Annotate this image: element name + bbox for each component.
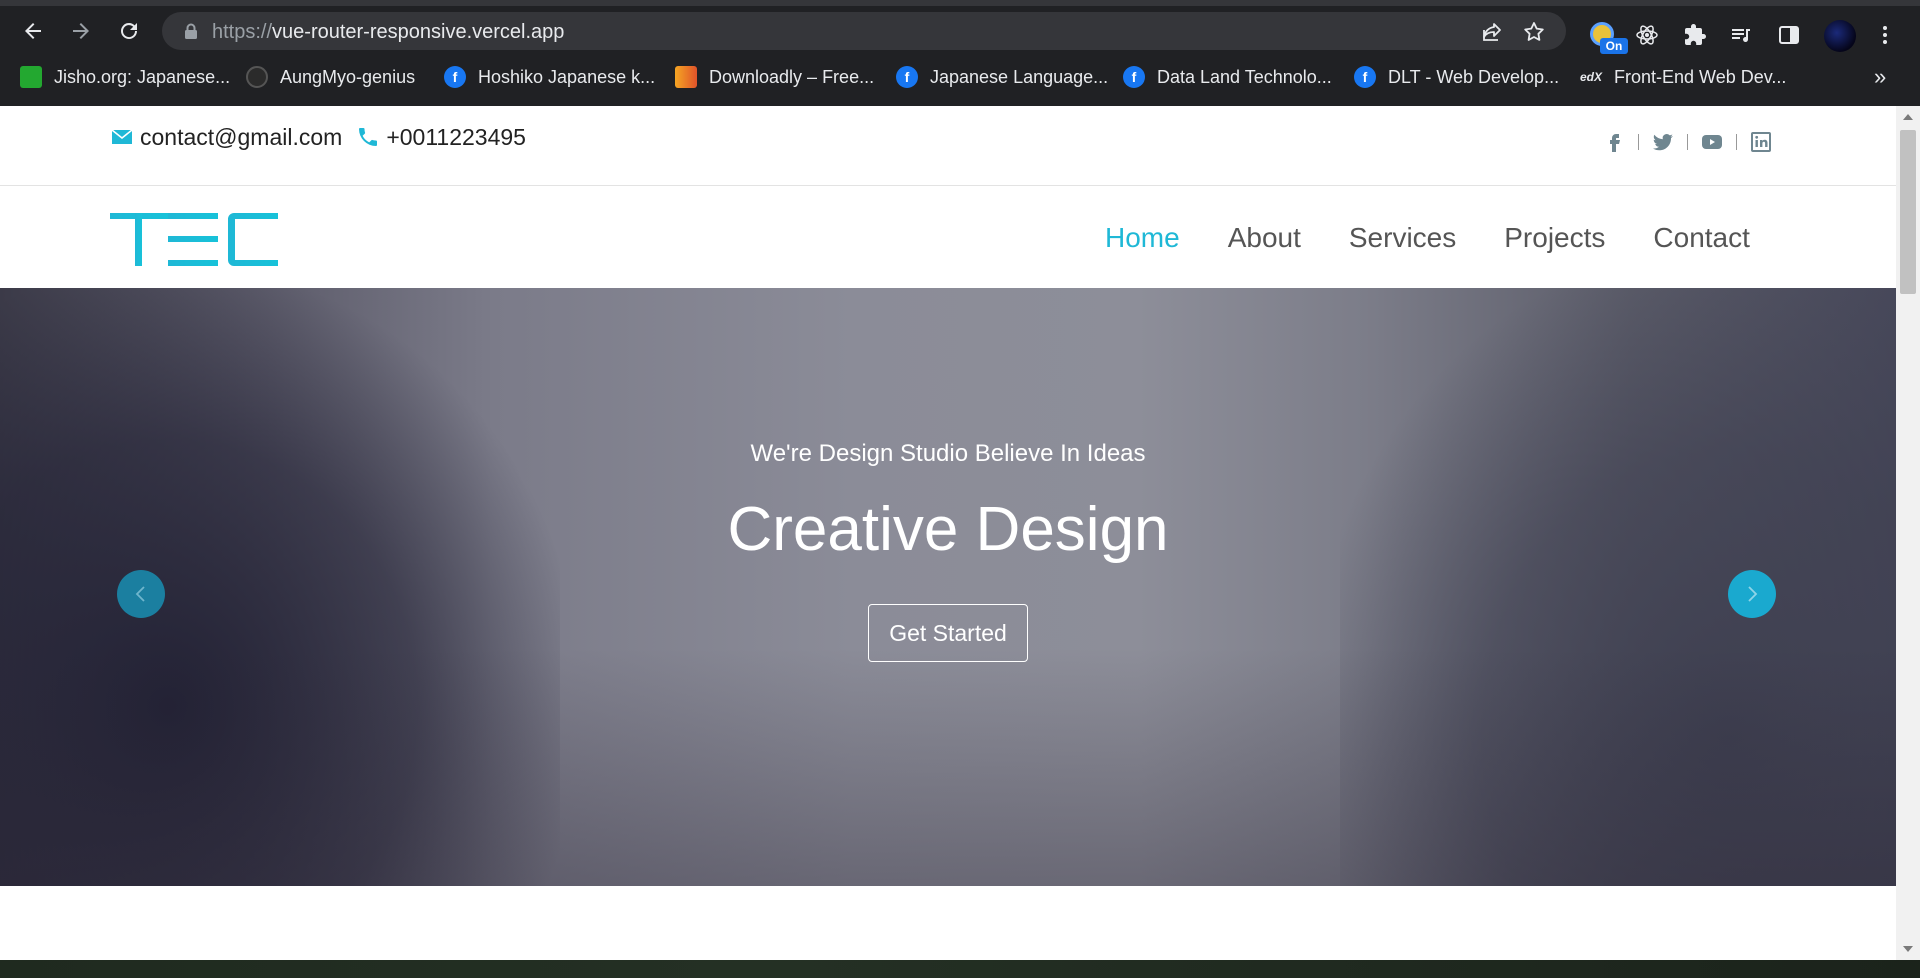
extension-on-button[interactable]: On (1588, 18, 1628, 54)
jisho-icon (20, 66, 42, 88)
carousel-prev-button[interactable] (117, 570, 165, 618)
bookmark-item[interactable]: f Hoshiko Japanese k... (444, 66, 655, 88)
bookmark-label: DLT - Web Develop... (1388, 66, 1560, 87)
more-vertical-icon (1883, 26, 1887, 44)
more-bookmarks-button[interactable]: » (1874, 64, 1886, 90)
extensions-button[interactable] (1680, 20, 1710, 50)
facebook-icon: f (896, 66, 918, 88)
contact-bar: contact@gmail.com +0011223495 (0, 106, 1896, 186)
phone-icon (359, 128, 378, 146)
social-links (1600, 128, 1775, 156)
arrow-right-icon (73, 23, 89, 39)
queue-music-icon (1732, 29, 1750, 42)
bookmark-item[interactable]: f Japanese Language... (896, 66, 1108, 88)
hero-carousel: We're Design Studio Believe In Ideas Cre… (0, 288, 1896, 886)
bookmark-label: Jisho.org: Japanese... (54, 66, 231, 87)
main-navbar: Home About Services Projects Contact (0, 186, 1896, 290)
main-menu: Home About Services Projects Contact (1105, 216, 1750, 260)
bookmark-label: Hoshiko Japanese k... (478, 66, 656, 87)
youtube-icon (1702, 135, 1722, 149)
scroll-up-arrow[interactable] (1903, 114, 1913, 120)
hero-title: Creative Design (727, 495, 1169, 564)
nav-home[interactable]: Home (1105, 216, 1180, 260)
url-scheme: https:// (212, 21, 273, 43)
facebook-icon: f (1123, 66, 1145, 88)
social-divider (1687, 134, 1688, 150)
media-controls-button[interactable] (1726, 20, 1756, 50)
bookmark-item[interactable]: AungMyo-genius (246, 66, 415, 88)
chevron-left-icon (135, 586, 145, 602)
react-icon (1636, 25, 1658, 45)
youtube-link[interactable] (1698, 128, 1726, 156)
reload-icon (121, 23, 137, 39)
browser-menu-button[interactable] (1870, 20, 1900, 50)
bookmark-item[interactable]: f DLT - Web Develop... (1354, 66, 1559, 88)
bookmark-label: Front-End Web Dev... (1614, 66, 1787, 87)
hero-subtitle: We're Design Studio Believe In Ideas (750, 440, 1146, 467)
edx-icon: edX (1580, 70, 1603, 84)
tec-logo[interactable] (110, 210, 278, 268)
arrow-left-icon (25, 23, 41, 39)
back-button[interactable] (16, 14, 50, 48)
bookmark-star-icon[interactable] (1522, 20, 1546, 44)
profile-avatar[interactable] (1824, 20, 1856, 52)
bookmarks-bar: Jisho.org: Japanese... AungMyo-genius f … (0, 56, 1920, 98)
linkedin-icon (1751, 132, 1771, 152)
bookmark-item[interactable]: Downloadly – Free... (675, 66, 874, 88)
browser-toolbar: https://vue-router-responsive.vercel.app… (0, 6, 1920, 56)
os-taskbar-edge (0, 960, 1920, 978)
nav-services[interactable]: Services (1349, 216, 1456, 260)
url-text: https://vue-router-responsive.vercel.app (212, 21, 564, 44)
twitter-icon (1653, 134, 1673, 151)
contact-phone[interactable]: +0011223495 (386, 124, 526, 151)
page-scrollbar[interactable] (1896, 106, 1920, 960)
carousel-next-button[interactable] (1728, 570, 1776, 618)
social-divider (1736, 134, 1737, 150)
puzzle-icon (1685, 24, 1706, 45)
hero-content: We're Design Studio Believe In Ideas Cre… (0, 288, 1896, 886)
react-devtools-button[interactable] (1632, 20, 1662, 50)
contact-info: contact@gmail.com +0011223495 (110, 122, 526, 152)
forward-button[interactable] (64, 14, 98, 48)
extension-badge: On (1600, 38, 1628, 54)
bookmark-item[interactable]: edX Front-End Web Dev... (1580, 66, 1786, 88)
page-viewport: contact@gmail.com +0011223495 Home About… (0, 106, 1920, 960)
chevron-right-icon (1748, 586, 1758, 602)
bookmark-label: AungMyo-genius (280, 66, 416, 87)
scroll-down-arrow[interactable] (1903, 946, 1913, 952)
url-host: vue-router-responsive.vercel.app (272, 21, 565, 43)
nav-projects[interactable]: Projects (1504, 216, 1605, 260)
facebook-icon: f (1354, 66, 1376, 88)
bookmark-label: Japanese Language... (930, 66, 1109, 87)
share-icon[interactable] (1480, 20, 1504, 44)
contact-email[interactable]: contact@gmail.com (140, 124, 342, 151)
reload-button[interactable] (112, 14, 146, 48)
bookmark-label: Downloadly – Free... (709, 66, 875, 87)
get-started-button[interactable]: Get Started (868, 604, 1028, 662)
github-icon (246, 66, 268, 88)
side-panel-button[interactable] (1774, 20, 1804, 50)
facebook-icon (1610, 134, 1620, 152)
bookmark-item[interactable]: f Data Land Technolo... (1123, 66, 1332, 88)
facebook-link[interactable] (1600, 128, 1628, 156)
lock-icon (185, 23, 197, 39)
envelope-icon (111, 129, 133, 144)
twitter-link[interactable] (1649, 128, 1677, 156)
facebook-icon: f (444, 66, 466, 88)
address-bar[interactable]: https://vue-router-responsive.vercel.app (162, 12, 1566, 50)
linkedin-link[interactable] (1747, 128, 1775, 156)
bookmark-label: Data Land Technolo... (1157, 66, 1332, 87)
side-panel-icon (1779, 26, 1799, 44)
browser-chrome: https://vue-router-responsive.vercel.app… (0, 0, 1920, 106)
nav-contact[interactable]: Contact (1653, 216, 1750, 260)
downloadly-icon (675, 66, 697, 88)
bookmark-item[interactable]: Jisho.org: Japanese... (20, 66, 230, 88)
nav-about[interactable]: About (1228, 216, 1301, 260)
scroll-thumb[interactable] (1900, 130, 1916, 294)
social-divider (1638, 134, 1639, 150)
